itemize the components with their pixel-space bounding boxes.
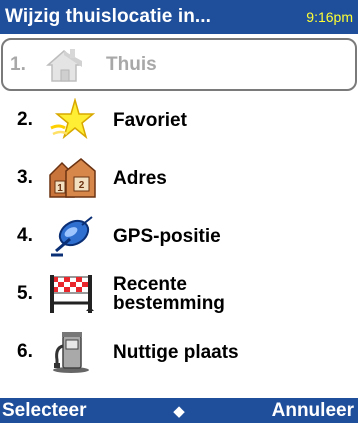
- menu-item-number: 4.: [17, 225, 33, 246]
- menu-item-label: GPS-positie: [113, 225, 221, 247]
- cancel-softkey[interactable]: Annuleer: [272, 400, 354, 422]
- address-houses-icon: 1 2: [47, 156, 97, 200]
- menu-item-nuttige-plaats[interactable]: 6. Nuttige plaats: [4, 323, 357, 381]
- menu-item-favoriet[interactable]: 2. Favoriet: [4, 91, 357, 149]
- gps-satellite-icon: [47, 214, 97, 258]
- menu-item-thuis[interactable]: 1. Thuis: [1, 38, 357, 91]
- softkey-bar: Selecteer ◆ Annuleer: [0, 398, 358, 423]
- menu-item-label: Nuttige plaats: [113, 341, 239, 363]
- select-softkey[interactable]: Selecteer: [2, 400, 87, 422]
- title-bar: Wijzig thuislocatie in... 9:16pm: [0, 0, 358, 34]
- menu-item-recente-bestemming[interactable]: 5. Recente bestemming: [4, 265, 357, 323]
- menu-item-gps-positie[interactable]: 4. GPS-positie: [4, 207, 357, 265]
- house-icon: [40, 43, 90, 87]
- menu-item-label: Thuis: [106, 54, 157, 75]
- navigation-arrows-icon: ◆: [173, 402, 185, 420]
- clock-time: 9:16pm: [306, 9, 353, 25]
- menu-item-number: 3.: [17, 167, 33, 188]
- menu-item-number: 6.: [17, 341, 33, 362]
- menu-item-label: Favoriet: [113, 109, 187, 131]
- menu-item-adres[interactable]: 3. 1 2 Adres: [4, 149, 357, 207]
- svg-text:1: 1: [57, 183, 63, 194]
- menu-item-label: Recente bestemming: [113, 274, 225, 314]
- menu-item-number: 2.: [17, 109, 33, 130]
- svg-text:2: 2: [79, 180, 85, 191]
- finish-banner-icon: [47, 272, 97, 316]
- screen-title: Wijzig thuislocatie in...: [5, 6, 212, 27]
- gas-pump-icon: [47, 330, 97, 374]
- location-menu: 1. Thuis 2. Favoriet 3. 1 2 Adres 4. GPS…: [0, 38, 358, 381]
- menu-item-label: Adres: [113, 167, 167, 189]
- menu-item-number: 1.: [10, 53, 26, 75]
- star-icon: [47, 98, 97, 142]
- menu-item-number: 5.: [17, 283, 33, 304]
